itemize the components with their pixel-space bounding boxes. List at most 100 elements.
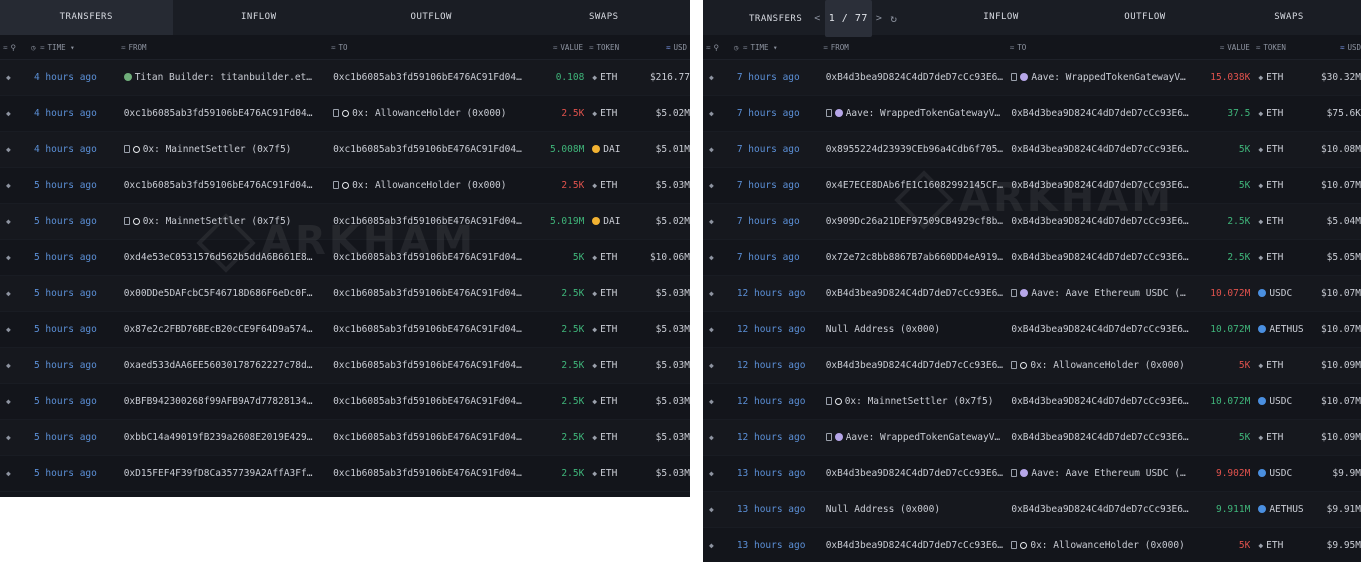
time-cell[interactable]: 12 hours ago xyxy=(723,288,826,299)
token-cell[interactable]: USDC xyxy=(1250,288,1315,299)
refresh-icon[interactable]: ↻ xyxy=(890,1,897,36)
left-header-from[interactable]: ≂ FROM xyxy=(121,43,331,52)
time-cell[interactable]: 4 hours ago xyxy=(20,108,124,119)
from-address[interactable]: 0xc1b6085ab3fd59106bE476AC91Fd04… xyxy=(124,180,333,191)
from-label[interactable]: 0x8955224d23939CEb96a4Cdb6f705… xyxy=(826,144,1003,155)
chevron-right-icon[interactable]: > xyxy=(876,1,883,36)
to-label[interactable]: 0xB4d3bea9D824C4dD7deD7cCc93E6… xyxy=(1011,144,1188,155)
table-row[interactable]: ◆ 12 hours ago 0xB4d3bea9D824C4dD7deD7cCc9… xyxy=(703,276,1361,312)
to-label[interactable]: 0xB4d3bea9D824C4dD7deD7cCc93E6… xyxy=(1011,216,1188,227)
to-label[interactable]: 0x: AllowanceHolder (0x000) xyxy=(352,180,506,191)
token-cell[interactable]: ◆ ETH xyxy=(1250,360,1315,371)
to-address[interactable]: 0x: AllowanceHolder (0x000) xyxy=(1011,360,1197,371)
to-address[interactable]: 0xB4d3bea9D824C4dD7deD7cCc93E6… xyxy=(1011,180,1197,191)
table-row[interactable]: ◆ 12 hours ago Aave: WrappedTokenGatewayV…… xyxy=(703,420,1361,456)
to-address[interactable]: 0xc1b6085ab3fd59106bE476AC91Fd04… xyxy=(333,216,532,227)
right-header-to[interactable]: ≂ TO xyxy=(1010,43,1197,52)
to-label[interactable]: 0xc1b6085ab3fd59106bE476AC91Fd04… xyxy=(333,432,522,443)
to-label[interactable]: 0xB4d3bea9D824C4dD7deD7cCc93E6… xyxy=(1011,108,1188,119)
token-cell[interactable]: ◆ ETH xyxy=(1250,432,1315,443)
table-row[interactable]: ◆ 7 hours ago 0x4E7ECE8DAb6fE1C16082992145… xyxy=(703,168,1361,204)
time-cell[interactable]: 7 hours ago xyxy=(723,216,826,227)
filter-icon[interactable]: ≂ xyxy=(331,43,336,52)
from-label[interactable]: 0xbbC14a49019fB239a2608E2019E429… xyxy=(124,432,313,443)
token-cell[interactable]: ◆ ETH xyxy=(584,360,642,371)
filter-icon[interactable]: ≂ xyxy=(589,43,594,52)
token-cell[interactable]: ◆ ETH xyxy=(1250,180,1315,191)
from-address[interactable]: 0xB4d3bea9D824C4dD7deD7cCc93E6… xyxy=(826,360,1012,371)
filter-icon[interactable]: ≂ xyxy=(121,43,126,52)
to-address[interactable]: 0xB4d3bea9D824C4dD7deD7cCc93E6… xyxy=(1011,324,1197,335)
from-label[interactable]: 0xB4d3bea9D824C4dD7deD7cCc93E6… xyxy=(826,72,1003,83)
table-row[interactable]: ◆ 5 hours ago 0x00DDe5DAFcbC5F46718D686F6e… xyxy=(0,276,690,312)
table-row[interactable]: ◆ 7 hours ago 0x909Dc26a21DEF97509CB4929cf… xyxy=(703,204,1361,240)
from-label[interactable]: Aave: WrappedTokenGatewayV… xyxy=(846,432,1000,443)
time-cell[interactable]: 5 hours ago xyxy=(20,252,124,263)
from-address[interactable]: 0xB4d3bea9D824C4dD7deD7cCc93E6… xyxy=(826,468,1012,479)
to-label[interactable]: 0xc1b6085ab3fd59106bE476AC91Fd04… xyxy=(333,288,522,299)
table-row[interactable]: ◆ 12 hours ago Null Address (0x000) 0xB4d3b… xyxy=(703,312,1361,348)
time-cell[interactable]: 5 hours ago xyxy=(20,288,124,299)
to-address[interactable]: 0xB4d3bea9D824C4dD7deD7cCc93E6… xyxy=(1011,432,1197,443)
time-cell[interactable]: 4 hours ago xyxy=(20,144,124,155)
time-cell[interactable]: 7 hours ago xyxy=(723,252,826,263)
from-address[interactable]: 0xD15FEF4F39fD8Ca357739A2AffA3Ff… xyxy=(124,468,333,479)
from-address[interactable]: 0xc1b6085ab3fd59106bE476AC91Fd04… xyxy=(124,108,333,119)
to-address[interactable]: 0xB4d3bea9D824C4dD7deD7cCc93E6… xyxy=(1011,396,1197,407)
token-cell[interactable]: DAI xyxy=(584,216,642,227)
from-label[interactable]: 0x00DDe5DAFcbC5F46718D686F6eDc0F… xyxy=(124,288,313,299)
filter-icon[interactable]: ≂ xyxy=(1220,43,1225,52)
from-address[interactable]: 0x909Dc26a21DEF97509CB4929cf8b… xyxy=(826,216,1012,227)
table-row[interactable]: ◆ 4 hours ago 0xc1b6085ab3fd59106bE476AC91… xyxy=(0,96,690,132)
time-cell[interactable]: 12 hours ago xyxy=(723,324,826,335)
right-tab-inflow[interactable]: INFLOW xyxy=(929,0,1073,35)
from-address[interactable]: 0xd4e53eC0531576d562b5ddA6B661E8… xyxy=(124,252,333,263)
token-cell[interactable]: ◆ ETH xyxy=(584,252,642,263)
token-cell[interactable]: USDC xyxy=(1250,468,1315,479)
time-cell[interactable]: 5 hours ago xyxy=(20,324,124,335)
from-address[interactable]: 0x: MainnetSettler (0x7f5) xyxy=(825,396,1012,407)
token-cell[interactable]: ◆ ETH xyxy=(584,288,642,299)
from-label[interactable]: Null Address (0x000) xyxy=(826,324,940,335)
to-label[interactable]: Aave: Aave Ethereum USDC (… xyxy=(1031,468,1185,479)
from-address[interactable]: Null Address (0x000) xyxy=(826,324,1012,335)
to-address[interactable]: 0xc1b6085ab3fd59106bE476AC91Fd04… xyxy=(333,144,532,155)
time-cell[interactable]: 12 hours ago xyxy=(723,360,826,371)
to-label[interactable]: 0xB4d3bea9D824C4dD7deD7cCc93E6… xyxy=(1011,324,1188,335)
to-label[interactable]: 0xc1b6085ab3fd59106bE476AC91Fd04… xyxy=(333,360,522,371)
time-cell[interactable]: 5 hours ago xyxy=(20,216,124,227)
from-label[interactable]: 0xB4d3bea9D824C4dD7deD7cCc93E6… xyxy=(826,468,1003,479)
time-cell[interactable]: 5 hours ago xyxy=(20,396,124,407)
to-address[interactable]: 0xB4d3bea9D824C4dD7deD7cCc93E6… xyxy=(1011,252,1197,263)
to-address[interactable]: Aave: WrappedTokenGatewayV… xyxy=(1011,72,1197,83)
to-label[interactable]: 0xc1b6085ab3fd59106bE476AC91Fd04… xyxy=(333,324,522,335)
table-row[interactable]: ◆ 5 hours ago 0xBFB942300268f99AFB9A7d7782… xyxy=(0,384,690,420)
to-address[interactable]: Aave: Aave Ethereum USDC (… xyxy=(1011,288,1197,299)
link-icon[interactable]: ⚲ xyxy=(714,43,720,52)
right-tab-swaps[interactable]: SWAPS xyxy=(1217,0,1361,35)
from-label[interactable]: 0xB4d3bea9D824C4dD7deD7cCc93E6… xyxy=(826,288,1003,299)
table-row[interactable]: ◆ 5 hours ago 0xc1b6085ab3fd59106bE476AC91… xyxy=(0,168,690,204)
time-cell[interactable]: 4 hours ago xyxy=(20,72,124,83)
from-label[interactable]: 0xd4e53eC0531576d562b5ddA6B661E8… xyxy=(124,252,313,263)
time-cell[interactable]: 12 hours ago xyxy=(723,396,826,407)
from-address[interactable]: 0xbbC14a49019fB239a2608E2019E429… xyxy=(124,432,333,443)
from-address[interactable]: 0x4E7ECE8DAb6fE1C16082992145CF… xyxy=(826,180,1012,191)
from-address[interactable]: Titan Builder: titanbuilder.et… xyxy=(123,72,333,83)
token-cell[interactable]: ◆ ETH xyxy=(584,108,642,119)
right-tab-transfers[interactable]: TRANSFERS < 1 / 77 > ↻ xyxy=(703,0,929,37)
to-address[interactable]: 0x: AllowanceHolder (0x000) xyxy=(333,180,532,191)
to-label[interactable]: 0xc1b6085ab3fd59106bE476AC91Fd04… xyxy=(333,468,522,479)
time-cell[interactable]: 5 hours ago xyxy=(20,468,124,479)
time-cell[interactable]: 7 hours ago xyxy=(723,108,826,119)
from-label[interactable]: 0x: MainnetSettler (0x7f5) xyxy=(143,144,292,155)
left-header-time[interactable]: ◷ ≂ TIME ▾ xyxy=(17,43,121,52)
time-cell[interactable]: 13 hours ago xyxy=(723,540,826,551)
filter-icon[interactable]: ≂ xyxy=(743,43,748,52)
right-tab-outflow[interactable]: OUTFLOW xyxy=(1073,0,1217,35)
to-label[interactable]: 0xc1b6085ab3fd59106bE476AC91Fd04… xyxy=(333,252,522,263)
from-address[interactable]: Aave: WrappedTokenGatewayV… xyxy=(825,432,1012,443)
time-cell[interactable]: 13 hours ago xyxy=(723,468,826,479)
token-cell[interactable]: ◆ ETH xyxy=(584,180,642,191)
table-row[interactable]: ◆ 7 hours ago 0x8955224d23939CEb96a4Cdb6f7… xyxy=(703,132,1361,168)
